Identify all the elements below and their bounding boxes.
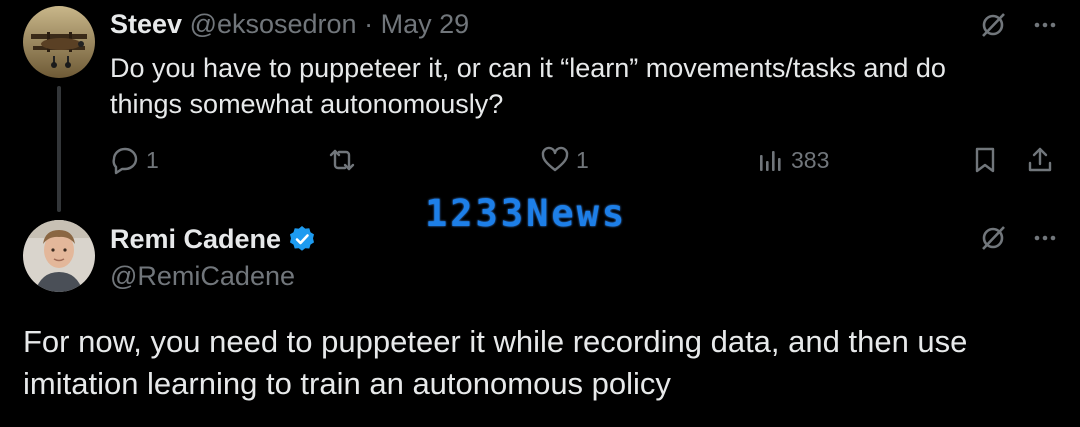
tweet-date[interactable]: May 29	[381, 9, 470, 39]
remi-avatar[interactable]	[23, 220, 95, 292]
views-action[interactable]: 383	[755, 140, 829, 180]
tweet1-header: Steev @eksosedron · May 29	[110, 7, 469, 41]
analytics-icon	[755, 145, 785, 175]
tweet1-text: Do you have to puppeteer it, or can it “…	[110, 53, 946, 119]
author-name[interactable]: Steev	[110, 9, 182, 39]
like-count: 1	[576, 146, 589, 173]
verified-badge-icon[interactable]	[287, 224, 317, 254]
more-options-icon[interactable]	[1030, 223, 1060, 253]
watermark-text: 1233News	[425, 192, 628, 235]
steev-avatar[interactable]	[23, 6, 95, 78]
grok-icon[interactable]	[978, 10, 1008, 40]
author-name[interactable]: Remi Cadene	[110, 222, 281, 256]
tweet-thread: Steev @eksosedron · May 29 Do you have t…	[0, 0, 1080, 427]
repost-action[interactable]	[327, 140, 357, 180]
reply-icon	[110, 145, 140, 175]
bookmark-icon	[970, 145, 1000, 175]
like-action[interactable]: 1	[540, 140, 589, 180]
thread-connector-line	[57, 86, 61, 212]
reply-action[interactable]: 1	[110, 140, 159, 180]
tweet2-header: Remi Cadene	[110, 222, 317, 256]
author-handle[interactable]: @RemiCadene	[110, 259, 295, 293]
share-icon	[1025, 145, 1055, 175]
more-options-icon[interactable]	[1030, 10, 1060, 40]
author-handle[interactable]: @eksosedron	[190, 9, 357, 39]
bookmark-action[interactable]	[970, 140, 1000, 180]
tweet2-text: For now, you need to puppeteer it while …	[23, 324, 968, 401]
separator-dot: ·	[364, 9, 374, 39]
grok-icon[interactable]	[978, 223, 1008, 253]
heart-icon	[540, 145, 570, 175]
share-action[interactable]	[1025, 140, 1055, 180]
repost-icon	[327, 145, 357, 175]
reply-count: 1	[146, 146, 159, 173]
view-count: 383	[791, 146, 830, 173]
